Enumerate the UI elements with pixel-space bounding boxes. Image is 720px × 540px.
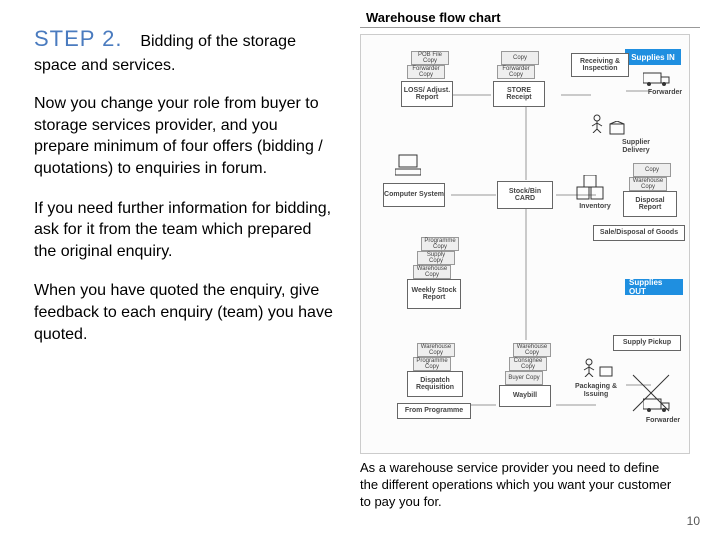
- supplies-out-badge: Supplies OUT: [625, 279, 683, 295]
- forwarder-label-out: Forwarder: [643, 417, 683, 425]
- waybill-buyer-copy: Buyer Copy: [505, 371, 543, 385]
- receiving-box: Receiving & Inspection: [571, 53, 629, 77]
- slide: STEP 2. Bidding of the storage space and…: [0, 0, 720, 540]
- truck-in-icon: [643, 71, 673, 87]
- inventory-boxes-icon: [575, 175, 605, 201]
- computer-icon: [395, 153, 421, 179]
- from-programme-box: From Programme: [397, 403, 471, 419]
- left-column: STEP 2. Bidding of the storage space and…: [34, 24, 334, 363]
- dispatch-arrows-icon: [623, 365, 679, 421]
- right-column: Warehouse flow chart Supplies IN Forward…: [360, 10, 700, 454]
- waybill-wh-copy: Warehouse Copy: [513, 343, 551, 357]
- forwarder-copy-top: Forwarder Copy: [497, 65, 535, 79]
- step-heading: STEP 2. Bidding of the storage space and…: [34, 24, 334, 77]
- chart-title: Warehouse flow chart: [360, 10, 700, 25]
- page-number: 10: [687, 514, 700, 528]
- pob-copy: POB File Copy: [411, 51, 449, 65]
- computer-system-box: Computer System: [383, 183, 445, 207]
- caption: As a warehouse service provider you need…: [360, 460, 680, 511]
- dispatch-req-box: Dispatch Requisition: [407, 371, 463, 397]
- paragraph-3: When you have quoted the enquiry, give f…: [34, 280, 334, 345]
- disposal-copy: Copy: [633, 163, 671, 177]
- forwarder-label-in: Forwarder: [645, 89, 685, 97]
- weekly-supply-copy: Supply Copy: [417, 251, 455, 265]
- disposal-wh-copy: Warehouse Copy: [629, 177, 667, 191]
- copy-top: Copy: [501, 51, 539, 65]
- box-in-icon: [609, 121, 625, 135]
- inventory-label: Inventory: [575, 203, 615, 211]
- packaging-label: Packaging & Issuing: [571, 383, 621, 398]
- loss-report-box: LOSS/ Adjust. Report: [401, 81, 453, 107]
- chart-divider: [360, 27, 700, 28]
- box-out-icon: [599, 365, 613, 377]
- forwarder-copy-left: Forwarder Copy: [407, 65, 445, 79]
- paragraph-1: Now you change your role from buyer to s…: [34, 93, 334, 179]
- weekly-report-box: Weekly Stock Report: [407, 279, 461, 309]
- stockbin-box: Stock/Bin CARD: [497, 181, 553, 209]
- step-label: STEP 2.: [34, 26, 123, 51]
- worker-in-icon: [587, 113, 607, 133]
- dispatch-wh-copy: Warehouse Copy: [417, 343, 455, 357]
- supplies-in-badge: Supplies IN: [625, 49, 681, 65]
- paragraph-2: If you need further information for bidd…: [34, 198, 334, 263]
- weekly-wh-copy: Warehouse Copy: [413, 265, 451, 279]
- disposal-report-box: Disposal Report: [623, 191, 677, 217]
- dispatch-prog-copy: Programme Copy: [413, 357, 451, 371]
- store-receipt-box: STORE Receipt: [493, 81, 545, 107]
- waybill-box: Waybill: [499, 385, 551, 407]
- supplier-delivery-label: Supplier Delivery: [609, 139, 663, 154]
- flowchart: Supplies IN Forwarder Receiving & Inspec…: [360, 34, 690, 454]
- sale-disposal-box: Sale/Disposal of Goods: [593, 225, 685, 241]
- weekly-prog-copy: Programme Copy: [421, 237, 459, 251]
- worker-out-icon: [579, 357, 599, 377]
- waybill-consignee-copy: Consignee Copy: [509, 357, 547, 371]
- supply-pickup-box: Supply Pickup: [613, 335, 681, 351]
